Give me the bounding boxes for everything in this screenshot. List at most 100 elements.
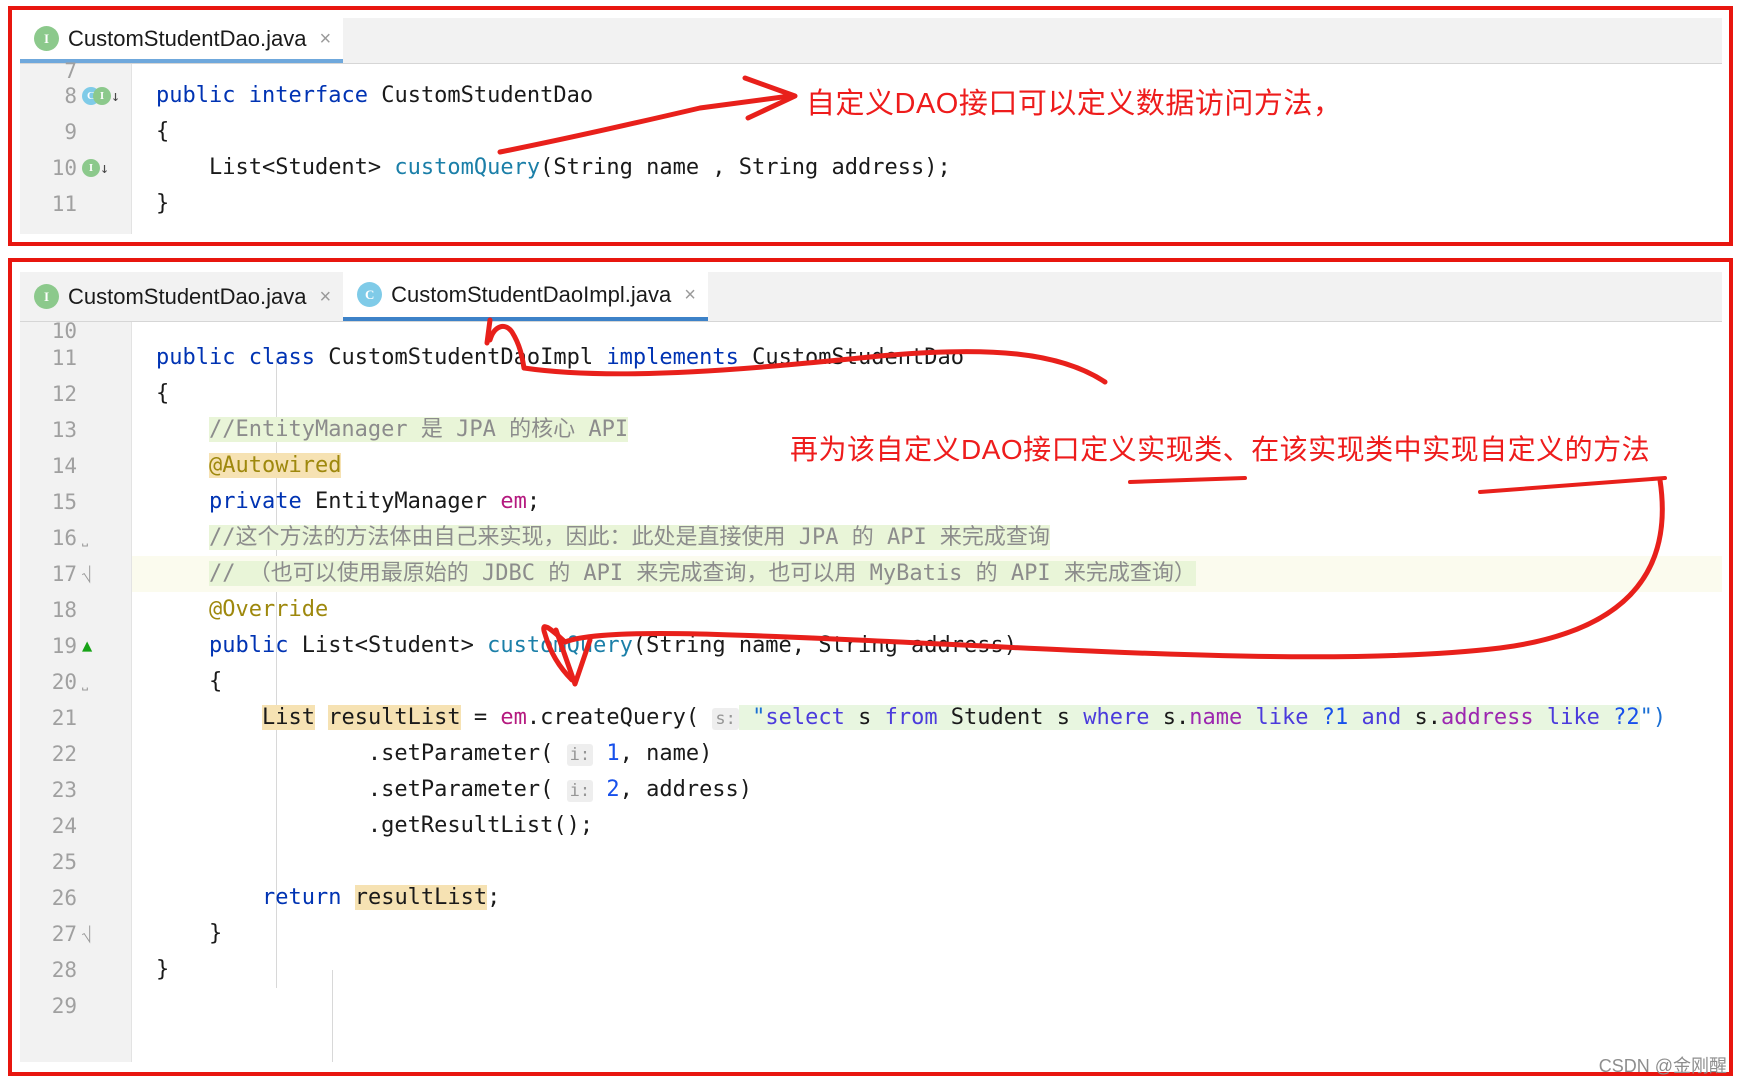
fold-marker-icon[interactable]: ⎵ [82,673,88,691]
token-getResultList: .getResultList(); [367,813,594,838]
parameter-hint-i: i: [566,744,594,766]
token-string-open: " [738,705,766,730]
token-sql-like2: like [1533,705,1614,730]
arrow-down-icon: ↓ [100,158,110,177]
token-setParameter: .setParameter( [367,741,567,766]
fold-marker-icon[interactable]: ⎷ [82,565,92,583]
code-line-17: // （也可以使用最原始的 JDBC 的 API 来完成查询，也可以用 MyBa… [132,556,1722,592]
interface-file-icon: I [34,284,59,309]
watermark-label: CSDN @金刚醒 [1598,1056,1727,1076]
token-brace: { [156,381,170,406]
token-field-type: EntityManager [314,489,488,514]
line-number: 11 [51,192,77,216]
line-number: 13 [51,418,77,442]
token-arg: , name) [619,741,713,766]
token-arg: , address) [619,777,753,802]
annotation-text-top: 自定义DAO接口可以定义数据访问方法， [806,88,1343,120]
token-implements: implements [606,345,739,370]
tab-CustomStudentDao-java[interactable]: I CustomStudentDao.java × [20,272,344,321]
tab-CustomStudentDao-java[interactable]: I CustomStudentDao.java × [20,18,344,63]
line-number: 26 [51,886,77,910]
token-setParameter: .setParameter( [367,777,567,802]
line-number: 12 [51,382,77,406]
class-file-icon: C [357,282,383,307]
tab-strip-filler [343,18,1722,63]
token-interface-name: CustomStudentDao [752,345,964,370]
token-brace: { [208,669,223,694]
tab-CustomStudentDaoImpl-java[interactable]: C CustomStudentDaoImpl.java × [343,272,708,321]
code-line-12: { [132,376,1722,412]
token-method-name: customQuery [487,633,633,658]
token-list-type: List [261,705,315,730]
token-sql-field-address: address [1440,705,1534,730]
token-public: public [156,345,236,370]
close-icon[interactable]: × [684,285,696,305]
code-line-24: .getResultList(); [132,808,1722,844]
code-line-27: } [132,916,1722,952]
tab-label: CustomStudentDao.java [68,283,307,309]
code-line-11: public class CustomStudentDaoImpl implem… [132,340,1722,376]
token-variable-resultList: resultList [354,885,488,910]
code-line-16: //这个方法的方法体由自己来实现，因此：此处是直接使用 JPA 的 API 来完… [132,520,1722,556]
editor-panel-interface: I CustomStudentDao.java × 7 8 ↓ [20,18,1722,234]
code-line-26: return resultList; [132,880,1722,916]
fold-marker-icon[interactable]: ⎷ [82,925,92,943]
line-number: 22 [51,742,77,766]
token-paren: ( [685,705,713,730]
implemented-method-icon[interactable] [82,159,100,177]
close-icon[interactable]: × [319,29,331,49]
token-return: return [261,885,342,910]
token-sql-alias: s [844,705,885,730]
fold-marker-icon[interactable]: ⎵ [82,529,88,547]
top-gutter[interactable]: 7 8 ↓ 9 10 [20,59,132,234]
line-number: 21 [51,706,77,730]
token-sql-alias-dot: s. [1149,705,1190,730]
bottom-gutter[interactable]: 10 11 12 13 14 15 16 ⎵ 17 ⎷ 18 19 ▲ 20 ⎵ 21 … [20,319,132,1062]
line-number: 10 [51,156,77,180]
token-class: class [248,345,315,370]
bottom-tab-strip: I CustomStudentDao.java × C CustomStuden… [20,272,1722,322]
gutter-icons[interactable]: ▲ [77,636,125,656]
code-line-10: List<Student> customQuery(String name , … [132,150,1722,186]
token-comment: //这个方法的方法体由自己来实现，因此：此处是直接使用 JPA 的 API 来完… [208,525,1050,550]
token-params: (String name, String address) [632,633,1017,658]
gutter-icons[interactable]: ↓ [77,159,125,177]
overriding-method-icon[interactable]: ▲ [82,636,92,656]
token-sql-and: and [1348,705,1415,730]
gutter-icons[interactable]: ⎷ [77,925,125,943]
line-number: 15 [51,490,77,514]
gutter-icons[interactable]: ⎷ [77,565,125,583]
line-number: 29 [51,994,77,1018]
token-number: 1 [606,741,620,766]
token-public: public [208,633,289,658]
token-return-type: List<Student> [301,633,488,658]
code-line-20: { [132,664,1722,700]
token-class-name: CustomStudentDaoImpl [328,345,594,370]
token-annotation-override: @Override [208,597,329,622]
token-dot: . [526,705,541,730]
line-number: 16 [51,526,77,550]
gutter-icons[interactable]: ↓ [77,87,125,105]
close-icon[interactable]: × [319,287,331,307]
code-line-28: } [132,952,1722,988]
line-number: 27 [51,922,77,946]
interface-marker-icon[interactable] [93,87,111,105]
line-number: 9 [64,120,77,144]
token-interface: interface [248,83,368,108]
token-params: (String name , String address); [540,155,951,180]
token-semicolon: ; [487,885,501,910]
code-line-21: List resultList = em.createQuery( s: "se… [132,700,1722,736]
token-comment: // （也可以使用最原始的 JDBC 的 API 来完成查询，也可以用 MyBa… [208,561,1196,586]
token-em-field: em [500,705,527,730]
gutter-icons[interactable]: ⎵ [77,529,125,547]
code-line-15: private EntityManager em; [132,484,1722,520]
token-sql-param2: ?2 [1613,705,1640,730]
gutter-icons[interactable]: ⎵ [77,673,125,691]
token-annotation-autowired: @Autowired [208,453,342,478]
token-field-name: em [500,489,527,514]
parameter-hint-s: s: [712,708,739,730]
token-return-type: List<Student> [208,155,395,180]
